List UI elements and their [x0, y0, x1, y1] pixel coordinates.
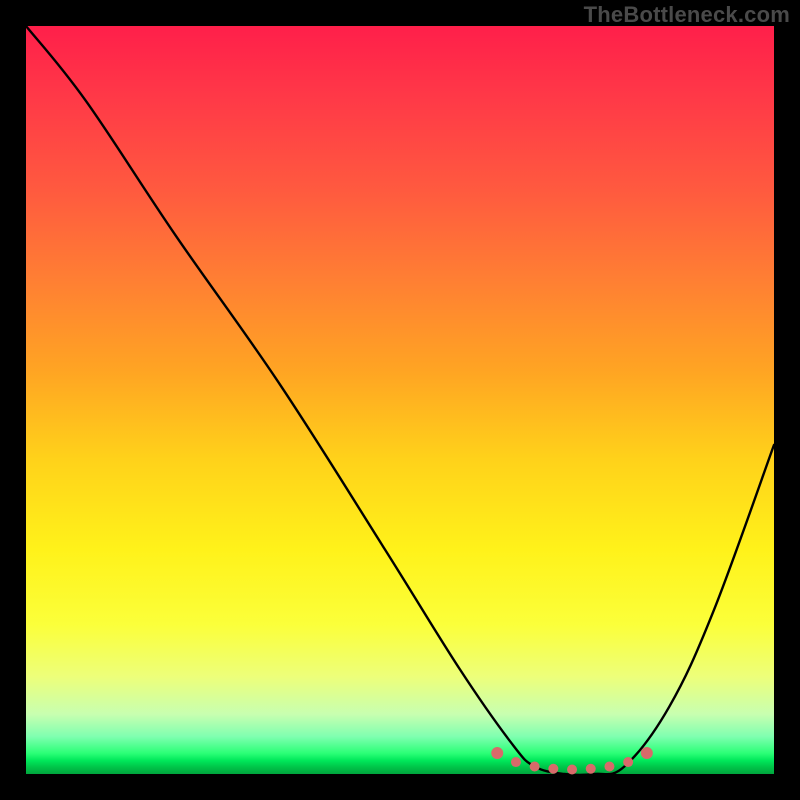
optimal-range-dot [548, 764, 558, 774]
optimal-range-dot [586, 764, 596, 774]
optimal-range-dot [604, 762, 614, 772]
optimal-range-dot [511, 757, 521, 767]
chart-frame: TheBottleneck.com [0, 0, 800, 800]
optimal-range-dot [641, 747, 653, 759]
optimal-range-markers [491, 747, 653, 774]
optimal-range-dot [623, 757, 633, 767]
bottleneck-curve [26, 26, 774, 775]
optimal-range-dot [530, 762, 540, 772]
watermark-text: TheBottleneck.com [584, 2, 790, 28]
bottleneck-curve-path [26, 26, 774, 775]
plot-area [26, 26, 774, 774]
optimal-range-dot [567, 765, 577, 775]
curve-layer [26, 26, 774, 774]
optimal-range-dot [491, 747, 503, 759]
